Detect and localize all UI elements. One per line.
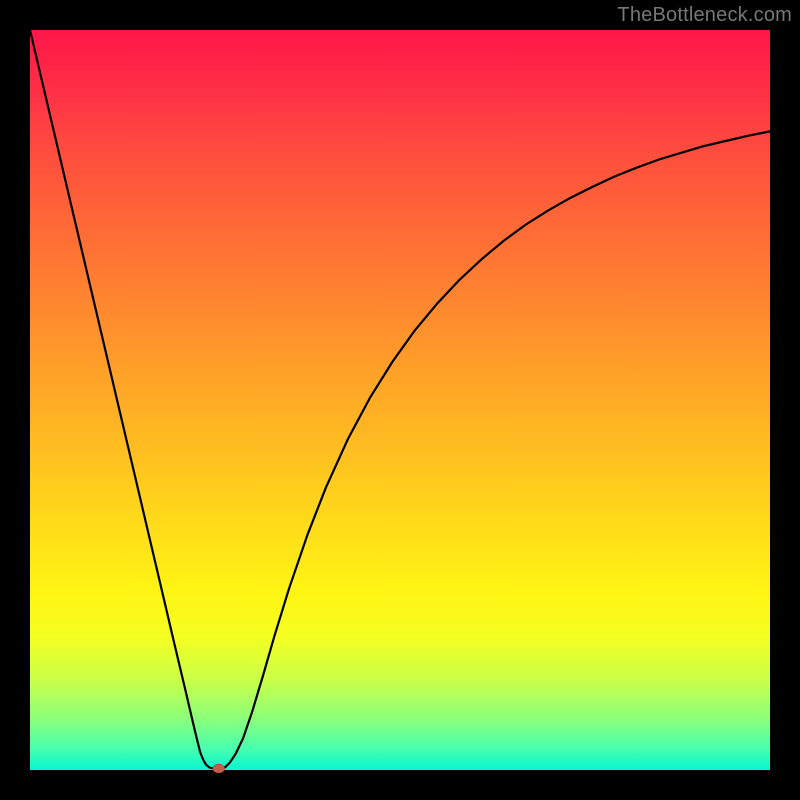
chart-container: TheBottleneck.com	[0, 0, 800, 800]
optimum-marker	[213, 764, 225, 773]
bottleneck-curve-line	[30, 30, 770, 769]
plot-area	[30, 30, 770, 770]
watermark-text: TheBottleneck.com	[617, 4, 792, 27]
bottleneck-curve-svg	[30, 30, 770, 770]
